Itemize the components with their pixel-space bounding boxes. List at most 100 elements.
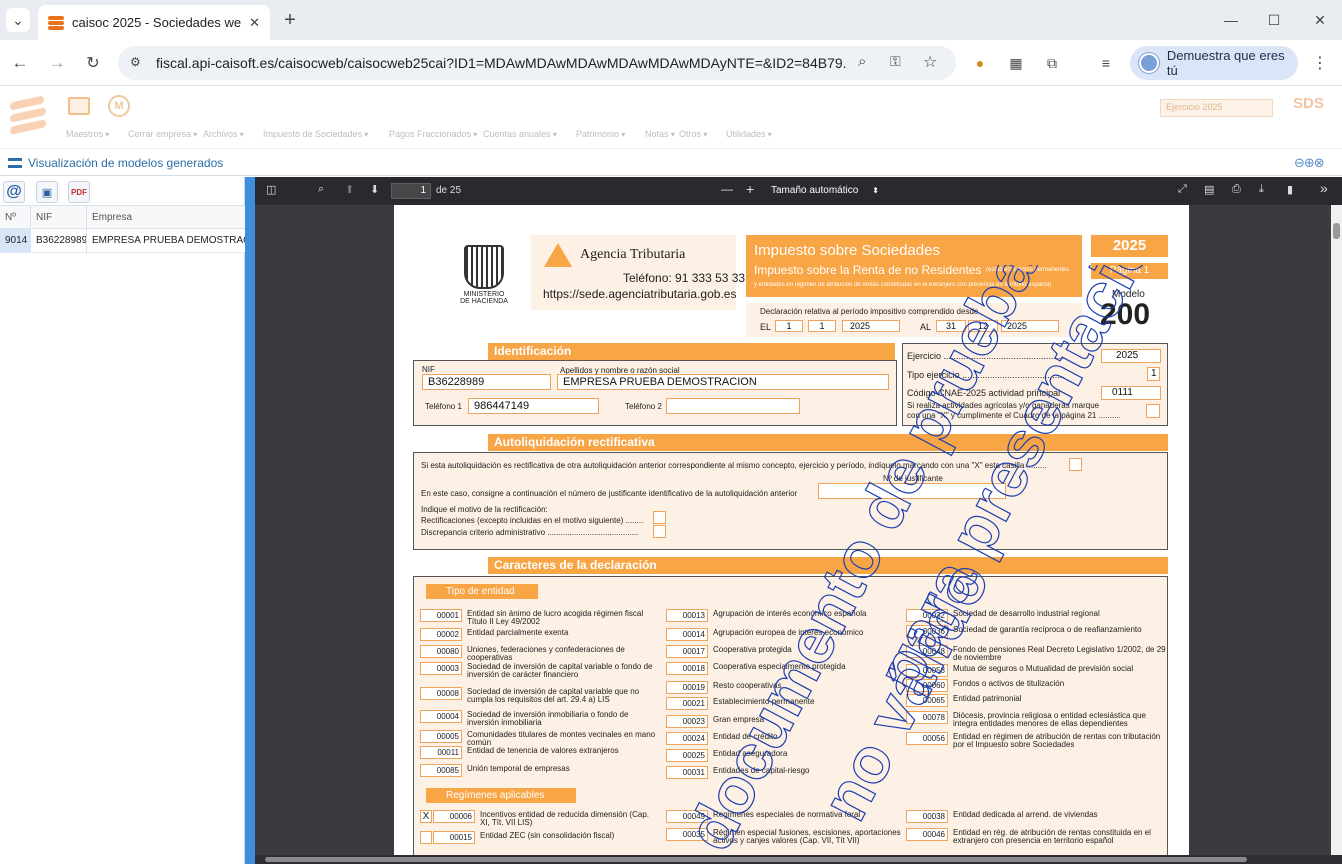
horizontal-scrollbar[interactable]	[255, 855, 1342, 864]
email-icon[interactable]: @	[3, 181, 25, 203]
entity-code-box[interactable]: 00080	[420, 645, 462, 658]
vertical-scrollbar[interactable]	[1331, 205, 1342, 855]
pdf-icon[interactable]: PDF	[68, 181, 90, 203]
menu-archivos[interactable]: Archivos	[203, 129, 244, 139]
ejercicio-select[interactable]: Ejercicio 2025	[1160, 99, 1273, 117]
col-header-nif[interactable]: NIF	[31, 206, 87, 230]
find-icon[interactable]: ⌕	[318, 183, 324, 196]
rect-checkbox[interactable]	[1069, 458, 1082, 471]
qr-code-icon[interactable]: ▦	[1004, 51, 1028, 75]
entity-code-box[interactable]: 00025	[666, 749, 708, 762]
m-badge-icon[interactable]: M	[108, 95, 130, 117]
url-text[interactable]: fiscal.api-caisoft.es/caisocweb/caisocwe…	[156, 55, 846, 71]
entity-code-box[interactable]: 00019	[666, 681, 708, 694]
close-tab-icon[interactable]: ✕	[249, 15, 260, 31]
entity-code-box[interactable]: 00058	[906, 664, 948, 677]
extensions-puzzle-icon[interactable]: ⧉	[1040, 51, 1064, 75]
media-controls-icon[interactable]: ≡	[1094, 51, 1118, 75]
maximize-icon[interactable]: ☐	[1262, 8, 1286, 32]
entity-code-box[interactable]: 00024	[666, 732, 708, 745]
browser-menu-icon[interactable]: ⋮	[1308, 51, 1332, 75]
cell-nif[interactable]: B36228989	[31, 229, 87, 253]
entity-code-box[interactable]: 00001	[420, 609, 462, 622]
new-tab-button[interactable]: +	[278, 8, 302, 32]
entity-code-box[interactable]: 00085	[420, 764, 462, 777]
from-month[interactable]: 1	[808, 320, 836, 332]
entity-code-box[interactable]: 00005	[420, 730, 462, 743]
entity-code-box[interactable]: 00014	[666, 628, 708, 641]
site-settings-icon[interactable]: ⚙	[130, 55, 141, 69]
back-icon[interactable]: ←	[8, 51, 32, 75]
open-folder-icon[interactable]	[68, 97, 90, 115]
entity-code-box[interactable]: 00038	[906, 810, 948, 823]
horizontal-scroll-thumb[interactable]	[265, 857, 1247, 862]
entity-code-box[interactable]: 00078	[906, 711, 948, 724]
entity-code-box[interactable]: 00060	[906, 679, 948, 692]
tipo-field[interactable]: 1	[1147, 367, 1160, 381]
reload-icon[interactable]: ↻	[81, 51, 105, 75]
menu-maestros[interactable]: Maestros	[66, 129, 109, 139]
entity-code-box[interactable]: 00013	[666, 609, 708, 622]
close-window-icon[interactable]: ✕	[1308, 8, 1332, 32]
menu-impuesto-sociedades[interactable]: Impuesto de Sociedades	[263, 129, 368, 139]
next-page-icon[interactable]: ⬇	[370, 183, 379, 196]
entity-code-box[interactable]: 00018	[666, 662, 708, 675]
panel-splitter[interactable]	[245, 177, 255, 864]
entity-code-box[interactable]: 00056	[906, 732, 948, 745]
zoom-in-button[interactable]: +	[746, 181, 754, 197]
regimen-checkbox[interactable]	[420, 831, 432, 844]
open-file-icon[interactable]: ▤	[1204, 183, 1214, 196]
regimen-checkbox[interactable]: X	[420, 810, 432, 823]
save-disk-icon[interactable]: ▣	[36, 181, 58, 203]
entity-code-box[interactable]: 00035	[666, 828, 708, 841]
entity-code-box[interactable]: 00004	[420, 710, 462, 723]
agri-checkbox[interactable]	[1146, 404, 1160, 418]
bookmark-star-icon[interactable]: ☆	[923, 52, 937, 72]
tel2-field[interactable]	[666, 398, 800, 414]
sidebar-toggle-icon[interactable]: ◫	[266, 183, 276, 196]
menu-patrimonio[interactable]: Patrimonio	[576, 129, 625, 139]
zoom-icon[interactable]: ⌕	[858, 53, 866, 70]
bookmark-icon[interactable]: ▮	[1287, 183, 1293, 196]
extension-globe-icon[interactable]: ●	[968, 51, 992, 75]
entity-code-box[interactable]: 00048	[906, 645, 948, 658]
ejercicio-field[interactable]: 2025	[1101, 349, 1161, 363]
menu-pagos-fraccionados[interactable]: Pagos Fraccionados	[389, 129, 477, 139]
minimize-icon[interactable]: —	[1219, 8, 1243, 32]
entity-code-box[interactable]: 00032	[906, 609, 948, 622]
entity-code-box[interactable]: 00036	[906, 625, 948, 638]
col-header-empresa[interactable]: Empresa	[87, 206, 245, 230]
from-year[interactable]: 2025	[842, 320, 900, 332]
presentation-mode-icon[interactable]: ⤢	[1178, 183, 1187, 196]
entity-code-box[interactable]: 00023	[666, 715, 708, 728]
col-header-n[interactable]: Nº	[0, 206, 31, 230]
download-icon[interactable]: ⤓	[1259, 183, 1264, 196]
password-key-icon[interactable]: ⚿	[890, 53, 901, 70]
menu-cuentas-anuales[interactable]: Cuentas anuales	[483, 129, 557, 139]
nif-field[interactable]: B36228989	[422, 374, 551, 390]
menu-otros[interactable]: Otros	[679, 129, 707, 139]
omnibox[interactable]: ⚙ fiscal.api-caisoft.es/caisocweb/caisoc…	[118, 46, 956, 80]
motivo-2-checkbox[interactable]	[653, 525, 666, 538]
page-number-input[interactable]: 1	[391, 183, 431, 199]
from-day[interactable]: 1	[775, 320, 803, 332]
zoom-select[interactable]: Tamaño automático ⬍	[767, 182, 885, 200]
tel1-field[interactable]: 986447149	[468, 398, 599, 414]
entity-code-box[interactable]: 00003	[420, 662, 462, 675]
name-field[interactable]: EMPRESA PRUEBA DEMOSTRACION	[557, 374, 889, 390]
cell-n[interactable]: 9014	[0, 229, 31, 253]
menu-utilidades[interactable]: Utilidades	[726, 129, 772, 139]
entity-code-box[interactable]: 00065	[906, 694, 948, 707]
entity-code-box[interactable]: 00049	[666, 810, 708, 823]
entity-code-box[interactable]: 00021	[666, 697, 708, 710]
browser-tab[interactable]: caisoc 2025 - Sociedades web ✕	[38, 5, 270, 40]
profile-chip[interactable]: Demuestra que eres tú	[1130, 46, 1298, 80]
zoom-out-button[interactable]: —	[721, 182, 733, 196]
print-icon[interactable]: ⎙	[1232, 183, 1241, 196]
cell-empresa[interactable]: EMPRESA PRUEBA DEMOSTRACION	[87, 229, 245, 253]
entity-code-box[interactable]: 00015	[433, 831, 475, 844]
to-month[interactable]: 12	[968, 320, 998, 332]
cnae-field[interactable]: 0111	[1101, 386, 1161, 400]
vertical-scroll-thumb[interactable]	[1333, 223, 1340, 239]
menu-notas[interactable]: Notas	[645, 129, 675, 139]
